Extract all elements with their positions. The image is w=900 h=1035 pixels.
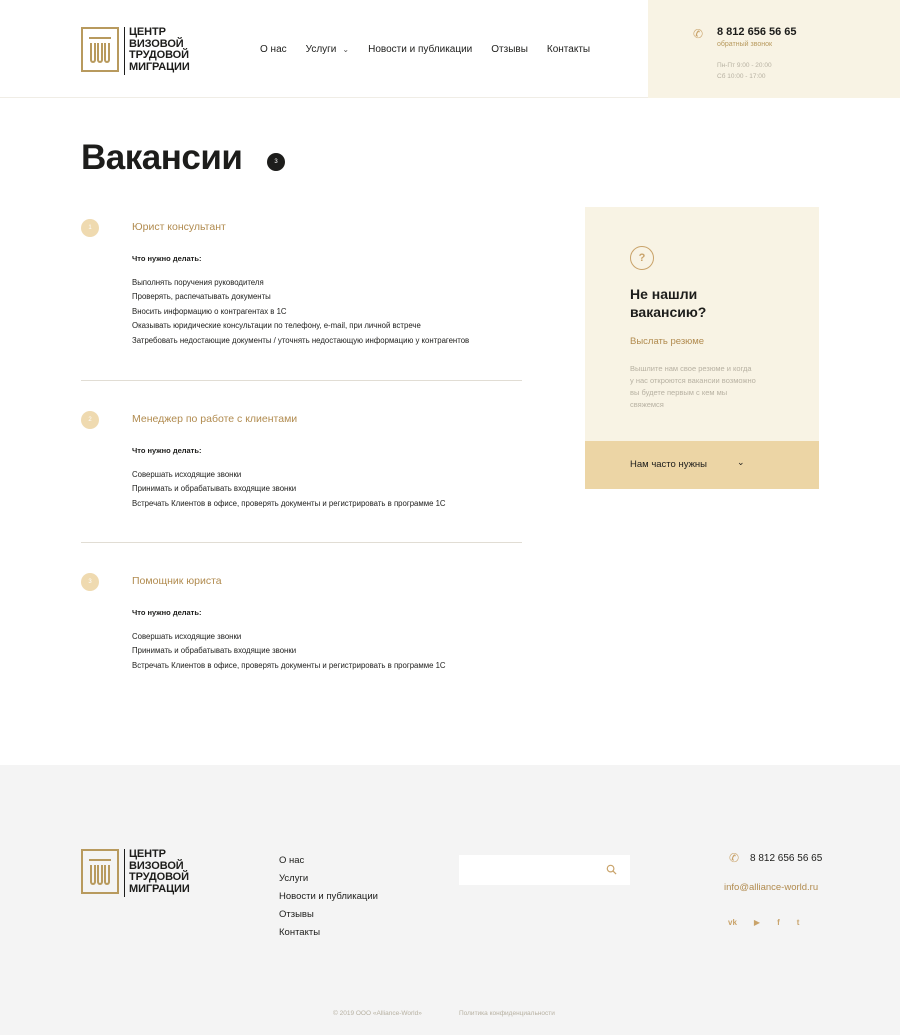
vacancy-subtitle: Что нужно делать: xyxy=(132,446,202,455)
social-links: vk ▶ f t xyxy=(728,918,799,927)
nav-item-news[interactable]: Новости и публикации xyxy=(368,44,472,55)
vacancy-count-badge: 3 xyxy=(267,153,285,171)
card-description: Вышлите нам свое резюме и когда у нас от… xyxy=(630,364,756,409)
callback-link[interactable]: обратный звонок xyxy=(717,41,772,48)
often-needed-label: Нам часто нужны xyxy=(630,459,707,470)
card-title: Не нашли вакансию? xyxy=(630,286,707,320)
task-item: Оказывать юридические консультации по те… xyxy=(132,321,421,331)
task-item: Принимать и обрабатывать входящие звонки xyxy=(132,484,297,494)
task-item: Затребовать недостающие документы / уточ… xyxy=(132,335,470,345)
chevron-down-icon: ⌄ xyxy=(737,457,745,467)
task-item: Проверять, распечатывать документы xyxy=(132,292,271,302)
vacancy-tasks: Совершать исходящие звонки Принимать и о… xyxy=(132,630,446,673)
nav-item-contacts[interactable]: Контакты xyxy=(547,44,590,55)
vacancy-tasks: Выполнять поручения руководителя Проверя… xyxy=(132,276,469,348)
phone-icon: ✆ xyxy=(729,851,740,865)
header-phone[interactable]: 8 812 656 56 65 xyxy=(717,26,797,38)
vacancy-title[interactable]: Юрист консультант xyxy=(132,221,226,233)
vacancy-divider xyxy=(81,542,522,543)
page-title: Вакансии xyxy=(81,138,243,177)
task-item: Совершать исходящие звонки xyxy=(132,470,242,479)
vacancy-item: 2 Менеджер по работе с клиентами Что нуж… xyxy=(81,411,522,521)
vacancy-number: 3 xyxy=(81,573,99,591)
task-item: Принимать и обрабатывать входящие звонки xyxy=(132,646,297,656)
vacancy-subtitle: Что нужно делать: xyxy=(132,608,202,617)
vacancy-divider xyxy=(81,380,522,381)
footer-phone[interactable]: 8 812 656 56 65 xyxy=(750,853,822,864)
vacancy-item: 3 Помощник юриста Что нужно делать: Сове… xyxy=(81,573,522,683)
vacancy-number: 2 xyxy=(81,411,99,429)
logo-divider xyxy=(124,27,125,75)
logo-text: ЦЕНТР ВИЗОВОЙ ТРУДОВОЙ МИГРАЦИИ xyxy=(129,848,190,895)
search-icon[interactable] xyxy=(606,864,617,875)
facebook-icon[interactable]: f xyxy=(777,918,780,927)
logo-text: ЦЕНТР ВИЗОВОЙ ТРУДОВОЙ МИГРАЦИИ xyxy=(129,26,190,73)
search-input[interactable] xyxy=(459,855,630,885)
logo-emblem-icon xyxy=(81,27,119,72)
logo-divider xyxy=(124,849,125,897)
footer-logo[interactable]: ЦЕНТР ВИЗОВОЙ ТРУДОВОЙ МИГРАЦИИ xyxy=(81,848,193,897)
main-nav: О нас Услуги ⌄ Новости и публикации Отзыв… xyxy=(260,44,609,55)
task-item: Совершать исходящие звонки xyxy=(132,632,242,641)
nav-item-services[interactable]: Услуги ⌄ xyxy=(306,44,349,55)
site-logo[interactable]: ЦЕНТР ВИЗОВОЙ ТРУДОВОЙ МИГРАЦИИ xyxy=(81,26,193,75)
youtube-icon[interactable]: ▶ xyxy=(754,918,760,927)
vacancy-item: 1 Юрист консультант Что нужно делать: Вы… xyxy=(81,219,522,359)
footer-email[interactable]: info@alliance-world.ru xyxy=(724,882,818,893)
task-item: Встречать Клиентов в офисе, проверять до… xyxy=(132,498,446,508)
phone-icon: ✆ xyxy=(693,27,704,41)
copyright: © 2019 ООО «Alliance-World» xyxy=(333,1010,422,1017)
question-icon: ? xyxy=(630,246,654,270)
footer-nav-contacts[interactable]: Контакты xyxy=(279,924,378,942)
logo-emblem-icon xyxy=(81,849,119,894)
nav-item-about[interactable]: О нас xyxy=(260,44,287,55)
footer-nav-news[interactable]: Новости и публикации xyxy=(279,888,378,906)
site-header: ЦЕНТР ВИЗОВОЙ ТРУДОВОЙ МИГРАЦИИ О нас Ус… xyxy=(0,0,900,98)
footer-nav-services[interactable]: Услуги xyxy=(279,870,378,888)
vacancy-title[interactable]: Менеджер по работе с клиентами xyxy=(132,413,297,425)
vacancy-title[interactable]: Помощник юриста xyxy=(132,575,222,587)
often-needed-dropdown[interactable]: Нам часто нужны ⌄ xyxy=(585,441,819,489)
footer-nav-reviews[interactable]: Отзывы xyxy=(279,906,378,924)
task-item: Встречать Клиентов в офисе, проверять до… xyxy=(132,660,446,670)
vk-icon[interactable]: vk xyxy=(728,918,737,927)
footer-nav: О нас Услуги Новости и публикации Отзывы… xyxy=(279,852,378,942)
vacancy-number: 1 xyxy=(81,219,99,237)
vacancy-tasks: Совершать исходящие звонки Принимать и о… xyxy=(132,468,446,511)
task-item: Вносить информацию о контрагентах в 1С xyxy=(132,306,287,316)
task-item: Выполнять поручения руководителя xyxy=(132,278,264,287)
twitter-icon[interactable]: t xyxy=(797,918,800,927)
header-contact-box: ✆ 8 812 656 56 65 обратный звонок Пн-Пт … xyxy=(648,0,900,98)
footer-nav-about[interactable]: О нас xyxy=(279,852,378,870)
site-footer: ЦЕНТР ВИЗОВОЙ ТРУДОВОЙ МИГРАЦИИ О нас Ус… xyxy=(0,765,900,1035)
privacy-link[interactable]: Политика конфиденциальности xyxy=(459,1010,555,1017)
chevron-down-icon: ⌄ xyxy=(342,45,350,54)
nav-item-reviews[interactable]: Отзывы xyxy=(491,44,528,55)
not-found-card: ? Не нашли вакансию? Выслать резюме Вышл… xyxy=(585,207,819,489)
working-hours: Пн-Пт 9:00 - 20:00 Сб 10:00 - 17:00 xyxy=(717,62,772,80)
vacancy-subtitle: Что нужно делать: xyxy=(132,254,202,263)
send-resume-link[interactable]: Выслать резюме xyxy=(630,336,704,347)
